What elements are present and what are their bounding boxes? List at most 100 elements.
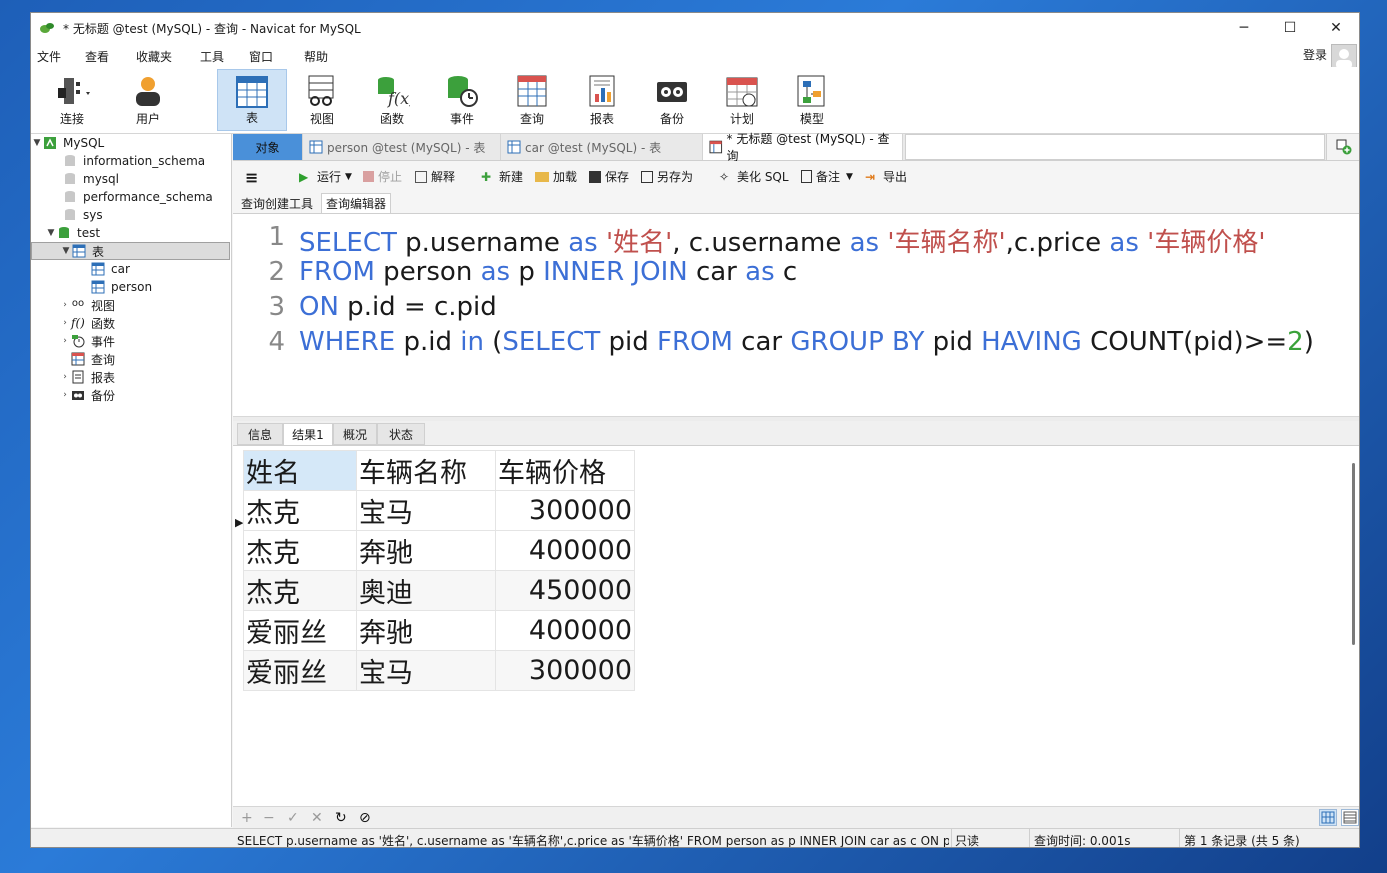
run-button[interactable]: ▶ 运行 ▼ — [299, 168, 352, 185]
table-row[interactable]: 爱丽丝 宝马 300000 — [243, 650, 635, 691]
menu-window[interactable]: 窗口 — [249, 48, 273, 65]
chevron-right-icon[interactable]: › — [59, 336, 71, 346]
load-button[interactable]: 加载 — [535, 168, 577, 185]
tab-person-table[interactable]: person @test (MySQL) - 表 — [303, 134, 501, 160]
tree-table-car[interactable]: car — [91, 260, 130, 278]
beautify-sql-button[interactable]: ✧ 美化 SQL — [719, 168, 789, 185]
save-button[interactable]: 保存 — [589, 168, 629, 185]
tab-query-editor[interactable]: 查询编辑器 — [321, 193, 392, 213]
tree-node-events[interactable]: › 事件 — [59, 332, 115, 350]
grid-view-toggle[interactable] — [1319, 809, 1337, 826]
tree-db-mysql[interactable]: mysql — [63, 170, 119, 188]
stop-load-button[interactable]: ⊘ — [359, 810, 371, 826]
tree-tables-node[interactable]: ▼ 表 — [31, 242, 230, 260]
close-button[interactable]: ✕ — [1313, 13, 1359, 43]
tree-db-performance-schema[interactable]: performance_schema — [63, 188, 213, 206]
stop-button[interactable]: 停止 — [363, 168, 402, 185]
save-as-button[interactable]: 另存为 — [641, 168, 693, 185]
new-tab-button[interactable] — [1326, 134, 1359, 160]
tree-db-sys[interactable]: sys — [63, 206, 103, 224]
table-row[interactable]: 爱丽丝 奔驰 400000 — [243, 610, 635, 651]
table-cell[interactable]: 400000 — [495, 530, 635, 571]
toolbar-backup-button[interactable]: 备份 — [639, 69, 705, 131]
chevron-down-icon[interactable]: ▼ — [846, 172, 853, 182]
table-cell[interactable]: 奔驰 — [356, 530, 496, 571]
tree-db-information-schema[interactable]: information_schema — [63, 152, 205, 170]
login-link[interactable]: 登录 — [1303, 46, 1327, 63]
table-cell[interactable]: 300000 — [495, 490, 635, 531]
tab-result-1[interactable]: 结果1 — [283, 423, 333, 445]
menu-tools[interactable]: 工具 — [200, 48, 224, 65]
table-cell[interactable]: 奔驰 — [356, 610, 496, 651]
minimize-button[interactable]: ─ — [1221, 13, 1267, 43]
toolbar-model-button[interactable]: 模型 — [779, 69, 845, 131]
toolbar-schedule-button[interactable]: 计划 — [709, 69, 775, 131]
comment-button[interactable]: 备注 ▼ — [801, 168, 853, 185]
table-cell[interactable]: 400000 — [495, 610, 635, 651]
tab-info[interactable]: 信息 — [237, 423, 283, 445]
tree-node-functions[interactable]: › f() 函数 — [59, 314, 115, 332]
toolbar-view-button[interactable]: 视图 — [289, 69, 355, 131]
vertical-scrollbar[interactable] — [1352, 463, 1355, 645]
refresh-button[interactable]: ↻ — [335, 810, 347, 826]
explain-button[interactable]: 解释 — [415, 168, 455, 185]
table-cell[interactable]: 奥迪 — [356, 570, 496, 611]
tree-node-queries[interactable]: 查询 — [71, 350, 115, 368]
toolbar-user-button[interactable]: 用户 — [115, 69, 181, 131]
toolbar-report-button[interactable]: 报表 — [569, 69, 635, 131]
tab-status[interactable]: 状态 — [377, 423, 425, 445]
table-cell[interactable]: 宝马 — [356, 650, 496, 691]
table-cell[interactable]: 爱丽丝 — [243, 610, 357, 651]
column-header[interactable]: 车辆价格 — [495, 450, 635, 491]
toolbar-function-button[interactable]: f(x) 函数 — [359, 69, 425, 131]
chevron-right-icon[interactable]: › — [59, 390, 71, 400]
menu-view[interactable]: 查看 — [85, 48, 109, 65]
toolbar-connect-button[interactable]: 连接 — [39, 69, 105, 131]
tree-node-reports[interactable]: › 报表 — [59, 368, 115, 386]
toolbar-query-button[interactable]: 查询 — [499, 69, 565, 131]
tab-query-builder[interactable]: 查询创建工具 — [237, 193, 317, 213]
toolbar-event-button[interactable]: 事件 — [429, 69, 495, 131]
maximize-button[interactable]: ☐ — [1267, 13, 1313, 43]
tab-car-table[interactable]: car @test (MySQL) - 表 — [501, 134, 703, 160]
tab-profile[interactable]: 概况 — [333, 423, 377, 445]
new-button[interactable]: ✚ 新建 — [481, 168, 523, 185]
table-row[interactable]: 杰克 奥迪 450000 — [243, 570, 635, 611]
tab-objects[interactable]: 对象 — [233, 134, 303, 160]
column-header[interactable]: 姓名 — [243, 450, 357, 491]
discard-changes-button[interactable]: ✕ — [311, 810, 323, 826]
toolbar-table-button[interactable]: 表 — [217, 69, 287, 131]
table-cell[interactable]: 450000 — [495, 570, 635, 611]
tree-db-test[interactable]: ▼ test — [45, 224, 101, 242]
tree-node-backups[interactable]: › 备份 — [59, 386, 115, 404]
table-cell[interactable]: 杰克 — [243, 490, 357, 531]
delete-record-button[interactable]: − — [263, 810, 275, 826]
chevron-down-icon[interactable]: ▼ — [345, 172, 352, 182]
table-cell[interactable]: 300000 — [495, 650, 635, 691]
column-header[interactable]: 车辆名称 — [356, 450, 496, 491]
hamburger-menu-button[interactable]: ≡ — [245, 168, 258, 187]
chevron-down-icon[interactable]: ▼ — [45, 228, 57, 238]
sql-editor[interactable]: 1 2 3 4 SELECT p.username as '姓名', c.use… — [233, 214, 1359, 416]
table-cell[interactable]: 爱丽丝 — [243, 650, 357, 691]
table-cell[interactable]: 杰克 — [243, 530, 357, 571]
menu-favorites[interactable]: 收藏夹 — [136, 48, 172, 65]
table-row[interactable]: 杰克 奔驰 400000 — [243, 530, 635, 571]
menu-file[interactable]: 文件 — [37, 48, 61, 65]
tab-untitled-query[interactable]: * 无标题 @test (MySQL) - 查询 — [703, 132, 903, 163]
tree-connection-mysql[interactable]: ▼ MySQL — [31, 134, 230, 152]
table-row[interactable]: 杰克 宝马 300000 — [243, 490, 635, 531]
menu-help[interactable]: 帮助 — [304, 48, 328, 65]
chevron-right-icon[interactable]: › — [59, 372, 71, 382]
apply-changes-button[interactable]: ✓ — [287, 810, 299, 826]
tree-table-person[interactable]: person — [91, 278, 152, 296]
tree-node-views[interactable]: › oo 视图 — [59, 296, 115, 314]
form-view-toggle[interactable] — [1341, 809, 1359, 826]
chevron-down-icon[interactable]: ▼ — [31, 138, 43, 148]
export-button[interactable]: ⇥ 导出 — [865, 168, 907, 185]
chevron-right-icon[interactable]: › — [59, 300, 71, 310]
table-cell[interactable]: 杰克 — [243, 570, 357, 611]
add-record-button[interactable]: + — [241, 810, 253, 826]
chevron-right-icon[interactable]: › — [59, 318, 71, 328]
chevron-down-icon[interactable]: ▼ — [60, 246, 72, 256]
